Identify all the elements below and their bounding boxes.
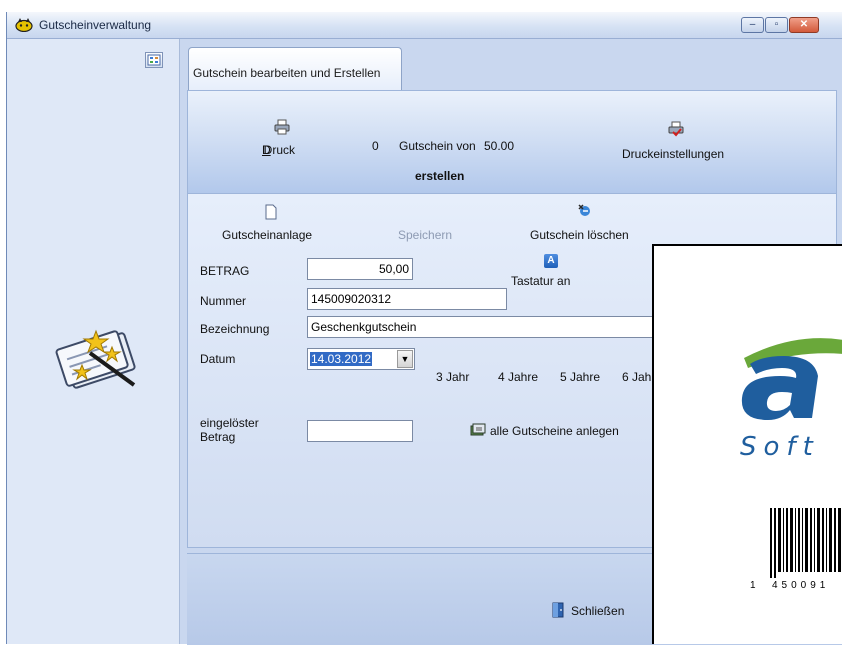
logo-splash-window: Soft 1 450091: [652, 244, 842, 644]
nummer-label: Nummer: [200, 294, 247, 308]
grid-settings-icon: [147, 54, 161, 66]
print-settings-icon: [668, 121, 684, 137]
maximize-button[interactable]: ▫: [765, 17, 788, 33]
erstellen-label: erstellen: [415, 169, 465, 183]
nummer-input[interactable]: [307, 288, 507, 310]
minimize-button[interactable]: –: [741, 17, 764, 33]
left-pane: [7, 39, 180, 644]
add-all-vouchers-icon: [470, 423, 486, 436]
tab-strip: Gutschein bearbeiten und Erstellen: [180, 39, 842, 91]
speichern-button[interactable]: Speichern: [398, 228, 452, 242]
tastatur-an-button[interactable]: Tastatur an: [511, 274, 570, 288]
gutschein-loeschen-button[interactable]: Gutschein löschen: [530, 228, 629, 242]
barcode-first-digit: 1: [750, 580, 756, 591]
jahr-option-5[interactable]: 5 Jahre: [560, 370, 600, 384]
eingeloester-betrag-input[interactable]: [307, 420, 413, 442]
datum-value: 14.03.2012: [310, 352, 373, 366]
new-document-icon: [265, 204, 277, 220]
eingeloester-label-line2: Betrag: [200, 430, 236, 444]
datum-label: Datum: [200, 352, 236, 366]
eingeloester-label: eingelöster: [200, 416, 259, 430]
barcode-icon: [770, 508, 841, 578]
title-bar[interactable]: Gutscheinverwaltung – ▫ ✕: [7, 12, 842, 39]
druck-label: Druck: [263, 143, 296, 157]
jahr-option-4[interactable]: 4 Jahre: [498, 370, 538, 384]
left-pane-toggle-button[interactable]: [145, 52, 163, 68]
printer-icon: [274, 119, 290, 135]
brand-text: Soft: [740, 432, 820, 462]
alle-gutscheine-anlegen-button[interactable]: alle Gutscheine anlegen: [490, 424, 619, 438]
barcode-digits: 450091: [772, 580, 830, 591]
voucher-stars-icon: [55, 329, 136, 389]
tab-gutschein-bearbeiten[interactable]: Gutschein bearbeiten und Erstellen: [188, 47, 402, 91]
window-title: Gutscheinverwaltung: [39, 18, 152, 32]
gutschein-von-label: Gutschein von: [399, 139, 476, 153]
print-count: 0: [372, 139, 379, 153]
exit-door-icon: [552, 602, 564, 618]
brand-logo-icon: [741, 338, 842, 420]
dropdown-arrow-icon[interactable]: ▼: [397, 350, 413, 368]
betrag-label: BETRAG: [200, 264, 250, 278]
keyboard-icon[interactable]: A: [544, 254, 558, 268]
bezeichnung-input[interactable]: [307, 316, 667, 338]
jahr-option-3[interactable]: 3 Jahr: [436, 370, 469, 384]
delete-voucher-icon: [578, 204, 590, 216]
bezeichnung-label: Bezeichnung: [200, 322, 270, 336]
datum-picker[interactable]: 14.03.2012 ▼: [307, 348, 415, 370]
print-panel: DDruck 0 Gutschein von 50.00 erstellen D…: [187, 90, 837, 194]
app-cat-icon: [15, 18, 33, 32]
gutscheinanlage-button[interactable]: Gutscheinanlage: [222, 228, 312, 242]
druckeinstellungen-button[interactable]: Druckeinstellungen: [622, 147, 724, 161]
schliessen-button[interactable]: Schließen: [571, 604, 624, 618]
druck-button[interactable]: DDruck: [262, 143, 295, 157]
close-button[interactable]: ✕: [789, 17, 819, 33]
betrag-input[interactable]: [307, 258, 413, 280]
tab-label: Gutschein bearbeiten und Erstellen: [193, 66, 381, 80]
print-amount: 50.00: [484, 139, 515, 153]
